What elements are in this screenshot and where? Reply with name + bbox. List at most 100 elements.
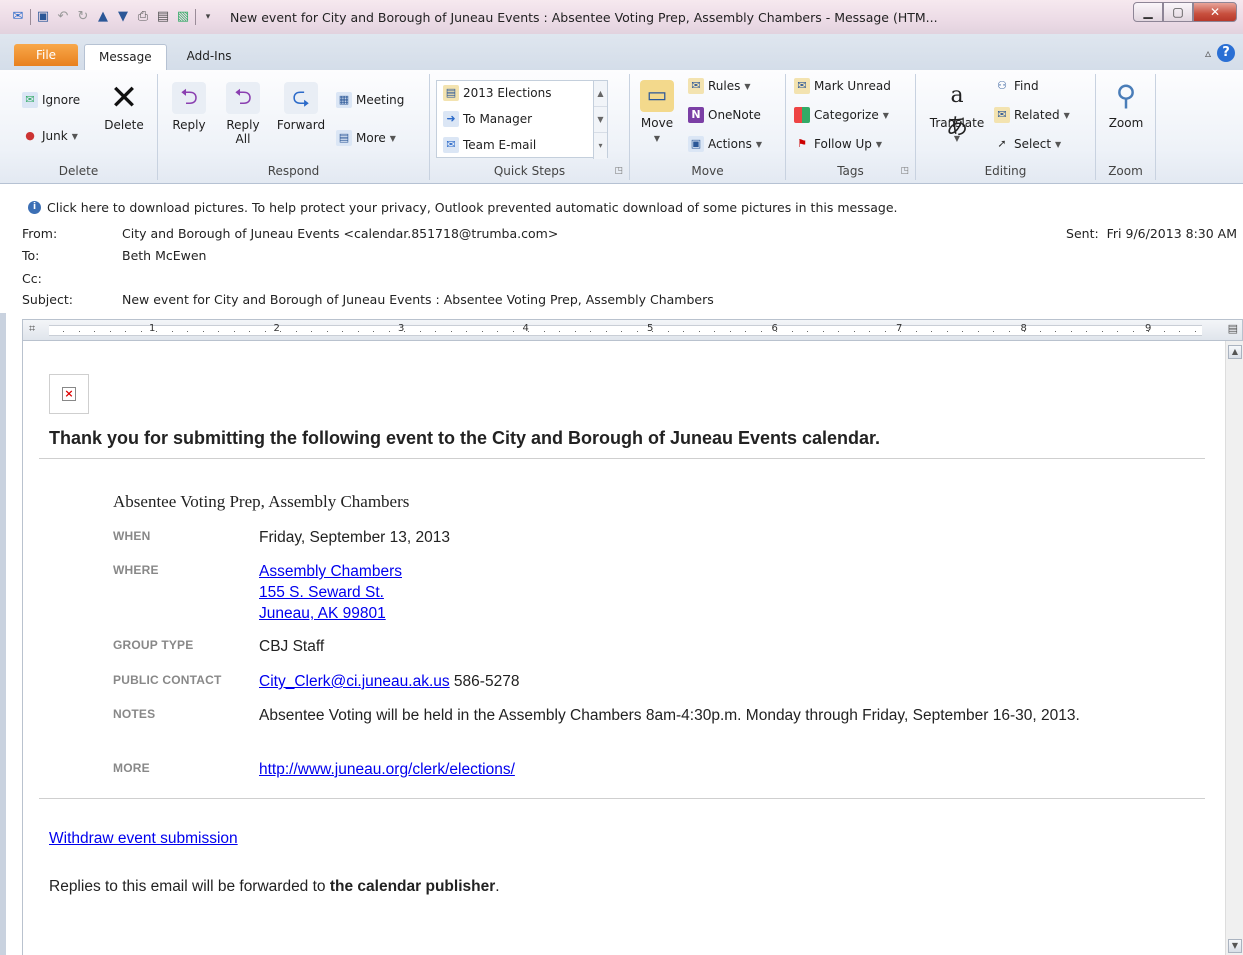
undo-icon[interactable]: ↶ (55, 9, 71, 25)
scroll-down-icon[interactable]: ▼ (594, 107, 607, 133)
where-link-venue[interactable]: Assembly Chambers (259, 563, 402, 580)
ruler-number: 4 (522, 323, 529, 334)
ruler-tick (187, 331, 188, 332)
where-link-street[interactable]: 155 S. Seward St. (259, 584, 384, 601)
ruler-number: 7 (896, 323, 903, 334)
ruler-tick (63, 331, 64, 332)
quick-steps-scroll[interactable]: ▲ ▼ ▾ (593, 81, 607, 159)
ruler-view-icon[interactable]: ▤ (1228, 322, 1238, 335)
categorize-button[interactable]: Categorize ▼ (794, 107, 889, 123)
ruler-number: 8 (1020, 323, 1027, 334)
ribbon-tabs: File Message Add-Ins ▵ ? (0, 34, 1243, 70)
message-title: Thank you for submitting the following e… (49, 428, 881, 448)
mark-unread-button[interactable]: ✉ Mark Unread (794, 78, 891, 94)
ruler-tick (1008, 331, 1010, 332)
rules-button[interactable]: ✉ Rules ▼ (688, 78, 751, 94)
ruler-tick (667, 331, 669, 332)
select-button[interactable]: ➚ Select ▼ (994, 136, 1061, 152)
where-link-city[interactable]: Juneau, AK 99801 (259, 605, 386, 622)
reading-pane-border (0, 295, 6, 955)
reply-all-button[interactable]: ⮌ Reply All (218, 82, 268, 146)
properties-icon[interactable]: ▧ (175, 9, 191, 25)
ruler-tick (311, 331, 312, 332)
chevron-down-icon: ▼ (882, 110, 889, 120)
quick-step-2013-elections[interactable]: ▤ 2013 Elections (443, 85, 552, 101)
down-arrow-icon[interactable]: ▼ (115, 9, 131, 25)
dialog-launcher-icon[interactable]: ◳ (614, 166, 623, 176)
save-icon[interactable]: ▣ (35, 9, 51, 25)
junk-button[interactable]: ● Junk ▼ (22, 128, 78, 144)
quick-step-label: 2013 Elections (463, 86, 552, 100)
tab-add-ins[interactable]: Add-Ins (173, 44, 246, 70)
more-info-link[interactable]: http://www.juneau.org/clerk/elections/ (259, 761, 515, 778)
download-pictures-infobar[interactable]: i Click here to download pictures. To he… (28, 200, 897, 215)
ignore-button[interactable]: ✉ Ignore (22, 92, 80, 108)
ruler-tick (435, 331, 436, 332)
ruler-tick (760, 331, 762, 332)
tab-message[interactable]: Message (84, 44, 167, 70)
onenote-icon: N (688, 107, 704, 123)
maximize-button[interactable]: ▢ (1163, 2, 1193, 22)
scroll-down-icon[interactable]: ▼ (1228, 939, 1242, 953)
ruler-tick (683, 331, 684, 332)
zoom-button[interactable]: ⚲ Zoom (1100, 80, 1152, 131)
when-label: WHEN (113, 529, 151, 543)
minimize-ribbon-icon[interactable]: ▵ (1205, 46, 1211, 60)
quick-step-team-email[interactable]: ✉ Team E-mail (443, 137, 536, 153)
broken-image-placeholder[interactable]: × (49, 374, 89, 414)
ruler-tick (776, 331, 777, 332)
ruler-tick (1024, 331, 1025, 332)
help-icon[interactable]: ? (1217, 44, 1235, 62)
actions-icon: ▣ (688, 136, 704, 152)
more-button[interactable]: ▤ More ▼ (336, 130, 396, 146)
ruler-tick (946, 331, 948, 332)
forward-mail-icon: ➜ (443, 111, 459, 127)
ignore-icon: ✉ (22, 92, 38, 108)
reply-all-label-2: All (235, 132, 251, 146)
translate-button[interactable]: aあ Translate ▼ (922, 80, 992, 146)
dialog-launcher-icon[interactable]: ◳ (900, 166, 909, 176)
from-value[interactable]: City and Borough of Juneau Events <calen… (122, 226, 558, 241)
find-button[interactable]: ⚇ Find (994, 78, 1039, 94)
withdraw-submission-link[interactable]: Withdraw event submission (49, 830, 238, 848)
ruler-tick (233, 331, 235, 332)
actions-label: Actions (708, 137, 752, 151)
close-button[interactable]: ✕ (1193, 2, 1237, 22)
reply-button[interactable]: ⮌ Reply (166, 82, 212, 132)
divider (39, 798, 1205, 799)
ruler-track[interactable]: 1 2 3 4 5 6 7 8 9 (49, 323, 1202, 336)
delete-button[interactable]: ✕ Delete (96, 81, 152, 132)
tab-file[interactable]: File (14, 44, 78, 66)
onenote-button[interactable]: N OneNote (688, 107, 761, 123)
forward-icon: ⮎ (284, 82, 318, 114)
ruler-tick (466, 331, 467, 332)
follow-up-button[interactable]: ⚑ Follow Up ▼ (794, 136, 882, 152)
up-arrow-icon[interactable]: ▲ (95, 9, 111, 25)
chevron-down-icon: ▼ (389, 133, 396, 143)
redo-icon[interactable]: ↻ (75, 9, 91, 25)
forward-button[interactable]: ⮎ Forward (272, 82, 330, 132)
follow-up-label: Follow Up (814, 137, 872, 151)
print-preview-icon[interactable]: ▤ (155, 9, 171, 25)
to-value[interactable]: Beth McEwen (122, 248, 206, 263)
ruler-tick (125, 331, 126, 332)
related-button[interactable]: ✉ Related ▼ (994, 107, 1070, 123)
vertical-scrollbar[interactable]: ▲ ▼ (1225, 341, 1243, 955)
ruler-tick (528, 331, 529, 332)
ruler-tick (264, 331, 266, 332)
move-button[interactable]: ▭ Move ▼ (634, 80, 680, 146)
tab-stop-icon[interactable]: ⌗ (29, 322, 35, 336)
scroll-up-icon[interactable]: ▲ (594, 81, 607, 107)
expand-gallery-icon[interactable]: ▾ (594, 133, 607, 159)
related-label: Related (1014, 108, 1060, 122)
contact-email-link[interactable]: City_Clerk@ci.juneau.ak.us (259, 673, 450, 690)
minimize-button[interactable]: ▁ (1133, 2, 1163, 22)
print-icon[interactable]: ⎙ (135, 9, 151, 25)
ruler-tick (1194, 331, 1196, 332)
customize-qat-icon[interactable]: ▾ (200, 9, 216, 25)
ruler-tick (357, 331, 359, 332)
scroll-up-icon[interactable]: ▲ (1228, 345, 1242, 359)
quick-step-to-manager[interactable]: ➜ To Manager (443, 111, 532, 127)
meeting-button[interactable]: ▦ Meeting (336, 92, 404, 108)
actions-button[interactable]: ▣ Actions ▼ (688, 136, 762, 152)
